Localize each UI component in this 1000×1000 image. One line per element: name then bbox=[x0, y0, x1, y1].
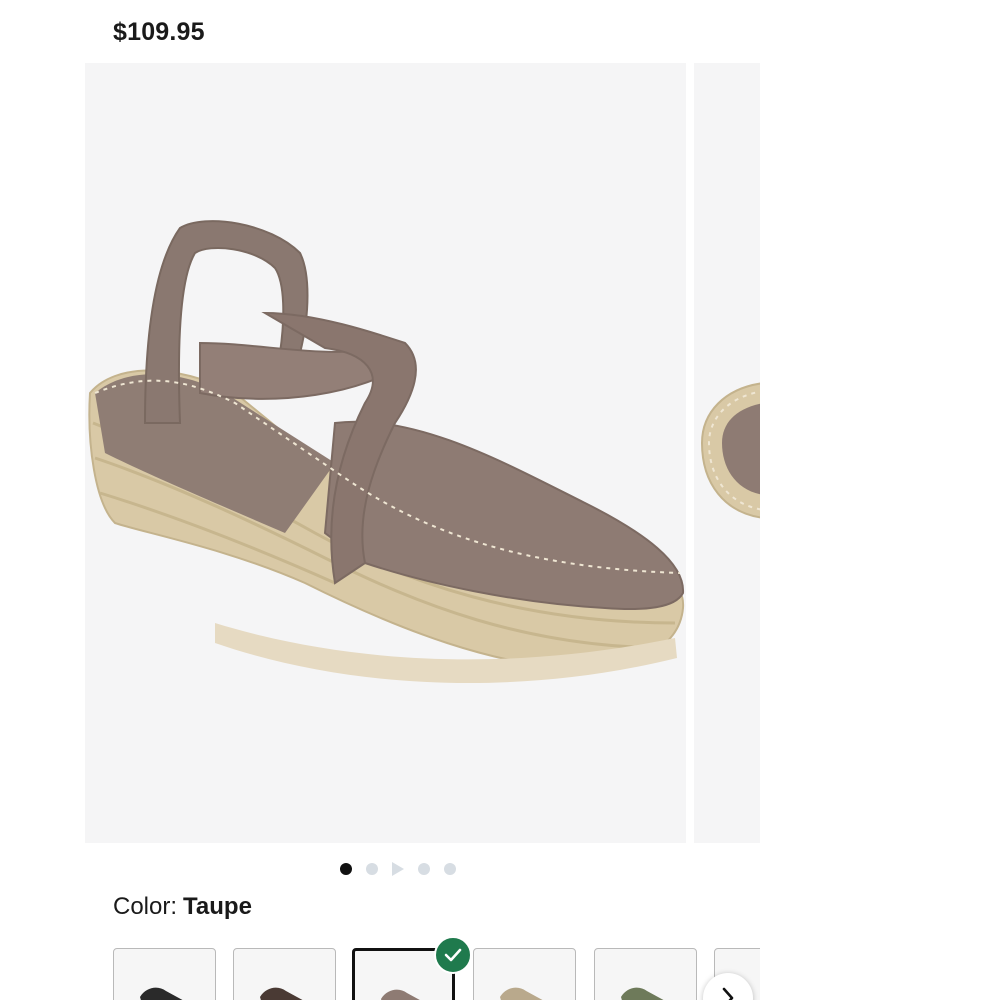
espadrille-wedge-image bbox=[88, 220, 685, 684]
color-swatch-brown[interactable] bbox=[233, 948, 336, 1000]
carousel-pagination bbox=[340, 860, 456, 878]
color-swatch-black[interactable] bbox=[113, 948, 216, 1000]
color-label: Color: bbox=[113, 893, 178, 920]
check-mark-glyph bbox=[444, 948, 462, 962]
chevron-right-icon bbox=[722, 987, 734, 1000]
product-detail-page: $109.95 Color: Taupe bbox=[0, 0, 1000, 1000]
pagination-dot-active[interactable] bbox=[340, 863, 352, 875]
color-selection-label: Color: Taupe bbox=[113, 893, 252, 921]
color-swatch-olive[interactable] bbox=[594, 948, 697, 1000]
product-image-next-peek[interactable] bbox=[694, 63, 760, 843]
image-carousel[interactable] bbox=[85, 63, 760, 843]
color-swatch-sand[interactable] bbox=[473, 948, 576, 1000]
selected-color-name: Taupe bbox=[183, 893, 252, 920]
swatch-shoe-thumbnail bbox=[621, 987, 664, 1000]
video-play-icon[interactable] bbox=[392, 862, 404, 876]
pagination-dot[interactable] bbox=[418, 863, 430, 875]
pagination-dot[interactable] bbox=[366, 863, 378, 875]
swatch-shoe-thumbnail bbox=[500, 987, 543, 1000]
pagination-dot[interactable] bbox=[444, 863, 456, 875]
check-icon bbox=[434, 936, 472, 974]
product-price: $109.95 bbox=[113, 18, 205, 46]
swatch-shoe-thumbnail bbox=[381, 989, 420, 1000]
swatch-shoe-thumbnail bbox=[140, 987, 183, 1000]
product-image-main[interactable] bbox=[85, 63, 686, 843]
swatch-shoe-thumbnail bbox=[260, 987, 303, 1000]
espadrille-second-view-image bbox=[700, 382, 760, 519]
